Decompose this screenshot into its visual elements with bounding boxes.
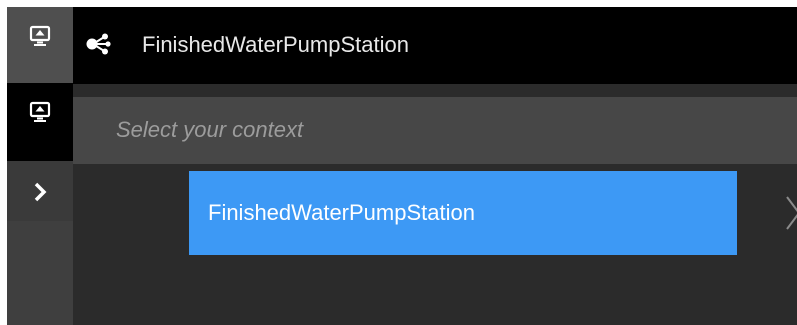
context-item-label: FinishedWaterPumpStation xyxy=(208,200,475,225)
monitor-icon xyxy=(29,101,51,123)
app-frame: FinishedWaterPumpStation Select your con… xyxy=(7,7,797,325)
rail-monitor-button-active[interactable] xyxy=(7,83,73,161)
context-placeholder: Select your context xyxy=(116,117,304,142)
chevron-right-icon xyxy=(33,181,47,203)
chevron-right-icon[interactable] xyxy=(784,193,797,233)
rail-monitor-button[interactable] xyxy=(7,7,73,83)
context-selector-bar[interactable]: Select your context xyxy=(73,97,797,164)
page-title: FinishedWaterPumpStation xyxy=(142,32,409,57)
rail-expand-button[interactable] xyxy=(7,161,73,221)
header-bar: FinishedWaterPumpStation xyxy=(73,7,797,84)
context-item-selected[interactable]: FinishedWaterPumpStation xyxy=(189,171,737,255)
network-nodes-icon xyxy=(85,33,113,55)
rail-filler xyxy=(7,221,73,325)
monitor-icon xyxy=(29,25,51,47)
